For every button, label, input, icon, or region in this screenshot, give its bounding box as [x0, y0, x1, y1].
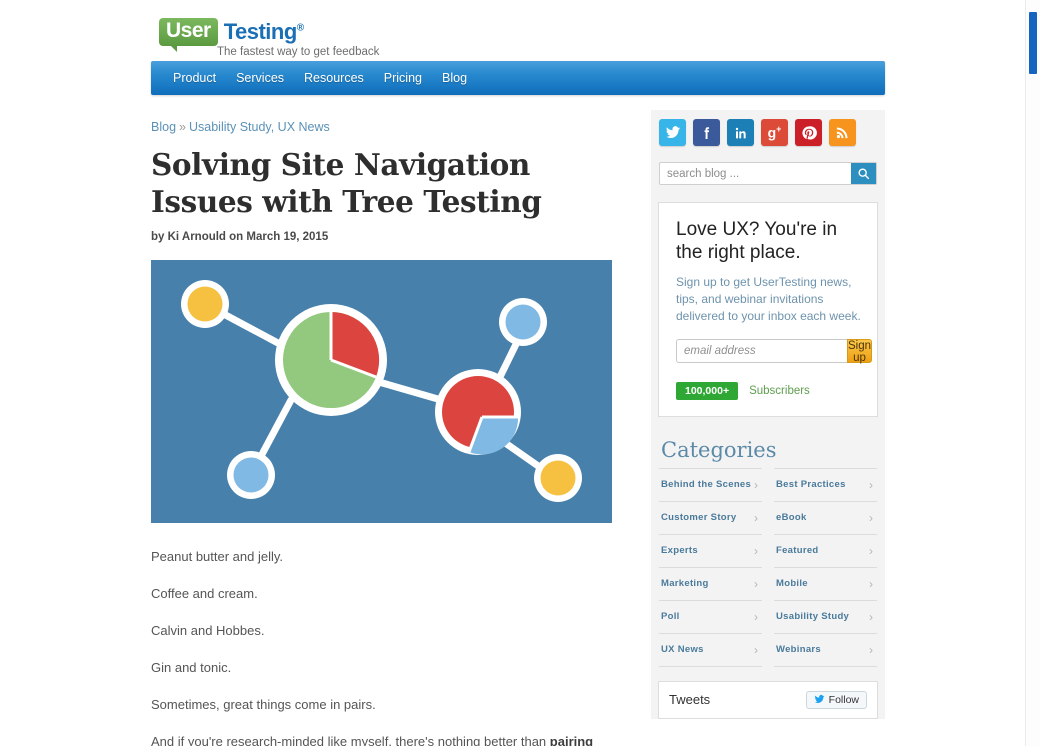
category-label: eBook [776, 512, 807, 524]
category-webinars[interactable]: Webinars › [774, 632, 877, 667]
search-bar [659, 162, 877, 185]
subscribers-label: Subscribers [749, 384, 810, 397]
category-label: Behind the Scenes [661, 479, 752, 491]
category-customer-story[interactable]: Customer Story › [659, 500, 762, 534]
category-label: Customer Story [661, 512, 737, 524]
google-plus-icon[interactable]: g+ [761, 119, 788, 146]
logo-trademark-icon: ® [296, 22, 304, 34]
search-icon [858, 168, 870, 180]
site-logo[interactable]: User Testing® The fastest way to get fee… [159, 18, 379, 58]
categories-heading: Categories [661, 437, 777, 462]
social-links: g+ [651, 119, 885, 146]
nav-item-product[interactable]: Product [163, 67, 226, 89]
post-body: Peanut butter and jelly. Coffee and crea… [151, 547, 619, 746]
subscribers-count-badge: 100,000+ [676, 381, 739, 400]
logo-testing-text: Testing® [223, 19, 304, 44]
category-label: Mobile [776, 578, 808, 590]
post-paragraph-5: Sometimes, great things come in pairs. [151, 697, 376, 713]
nav-item-blog[interactable]: Blog [432, 67, 477, 89]
category-label: Featured [776, 545, 819, 557]
category-poll[interactable]: Poll › [659, 599, 762, 633]
category-label: Experts [661, 545, 698, 557]
page-title: Solving Site Navigation Issues with Tree… [151, 147, 542, 219]
category-label: Marketing [661, 578, 709, 590]
category-ebook[interactable]: eBook › [774, 500, 877, 534]
email-field[interactable] [676, 338, 847, 363]
chevron-right-icon: › [754, 510, 758, 525]
chevron-right-icon: › [754, 642, 758, 657]
post-paragraph-3: Calvin and Hobbes. [151, 623, 265, 639]
category-label: Best Practices [776, 479, 846, 491]
breadcrumb-link-categories[interactable]: Usability Study, UX News [189, 120, 330, 134]
post-paragraph-6: And if you're research-minded like mysel… [151, 732, 619, 746]
chevron-right-icon: › [869, 576, 873, 591]
category-best-practices[interactable]: Best Practices › [774, 467, 877, 501]
subscribers-row: 100,000+ Subscribers [676, 381, 861, 400]
twitter-icon[interactable] [659, 119, 686, 146]
nav-item-services[interactable]: Services [226, 67, 294, 89]
signup-button[interactable]: Sign up [847, 338, 873, 364]
tweets-title: Tweets [669, 692, 711, 708]
twitter-follow-button[interactable]: Follow [805, 690, 867, 709]
tweets-widget: Tweets Follow [658, 680, 878, 719]
chevron-right-icon: › [754, 477, 758, 492]
search-input[interactable] [660, 163, 851, 184]
signup-title: Love UX? You're in the right place. [676, 219, 838, 263]
chevron-right-icon: › [869, 609, 873, 624]
page-root: User Testing® The fastest way to get fee… [0, 0, 1040, 746]
newsletter-signup-card: Love UX? You're in the right place. Sign… [658, 202, 878, 417]
category-experts[interactable]: Experts › [659, 533, 762, 567]
post-byline: by Ki Arnould on March 19, 2015 [151, 230, 329, 243]
post-paragraph-2: Coffee and cream. [151, 585, 258, 601]
logo-row: User Testing® [159, 18, 304, 52]
vertical-scrollbar[interactable] [1025, 0, 1040, 746]
post-paragraph-4: Gin and tonic. [151, 660, 232, 676]
signup-subtitle: Sign up to get UserTesting news, tips, a… [676, 274, 861, 323]
nav-item-pricing[interactable]: Pricing [374, 67, 432, 89]
site-header: User Testing® The fastest way to get fee… [0, 0, 1025, 60]
post-paragraph-6-text: And if you're research-minded like mysel… [151, 734, 550, 746]
category-mobile[interactable]: Mobile › [774, 566, 877, 600]
category-label: Poll [661, 611, 680, 623]
nav-item-resources[interactable]: Resources [294, 67, 374, 89]
rss-icon[interactable] [829, 119, 856, 146]
chevron-right-icon: › [869, 642, 873, 657]
breadcrumb: Blog» Usability Study, UX News [151, 120, 619, 134]
category-ux-news[interactable]: UX News › [659, 632, 762, 667]
hero-image [151, 259, 612, 523]
logo-user-bubble: User [159, 18, 218, 52]
follow-label: Follow [828, 693, 859, 706]
chevron-right-icon: › [869, 477, 873, 492]
scrollbar-thumb[interactable] [1029, 12, 1037, 74]
twitter-bird-icon [814, 694, 825, 704]
post-paragraph-1: Peanut butter and jelly. [151, 548, 284, 564]
chevron-right-icon: › [754, 609, 758, 624]
pinterest-icon[interactable] [795, 119, 822, 146]
category-label: UX News [661, 644, 704, 656]
signup-form: Sign up [676, 338, 873, 364]
main-content: Blog» Usability Study, UX News Solving Si… [151, 120, 619, 746]
category-label: Usability Study [776, 611, 850, 623]
breadcrumb-link-blog[interactable]: Blog [151, 120, 176, 134]
category-usability-study[interactable]: Usability Study › [774, 599, 877, 633]
breadcrumb-separator: » [179, 120, 186, 134]
category-featured[interactable]: Featured › [774, 533, 877, 567]
category-marketing[interactable]: Marketing › [659, 566, 762, 600]
category-behind-the-scenes[interactable]: Behind the Scenes › [659, 467, 762, 501]
facebook-icon[interactable] [693, 119, 720, 146]
category-label: Webinars [776, 644, 821, 656]
chevron-right-icon: › [869, 543, 873, 558]
main-navigation: Product Services Resources Pricing Blog [151, 61, 885, 95]
site-tagline: The fastest way to get feedback [217, 46, 380, 58]
linkedin-icon[interactable] [727, 119, 754, 146]
chevron-right-icon: › [869, 510, 873, 525]
chevron-right-icon: › [754, 576, 758, 591]
categories-grid: Behind the Scenes › Best Practices › Custo… [659, 467, 877, 667]
search-button[interactable] [851, 163, 876, 184]
sidebar: g+ Love UX? You're in the right place. S… [651, 110, 885, 719]
chevron-right-icon: › [754, 543, 758, 558]
